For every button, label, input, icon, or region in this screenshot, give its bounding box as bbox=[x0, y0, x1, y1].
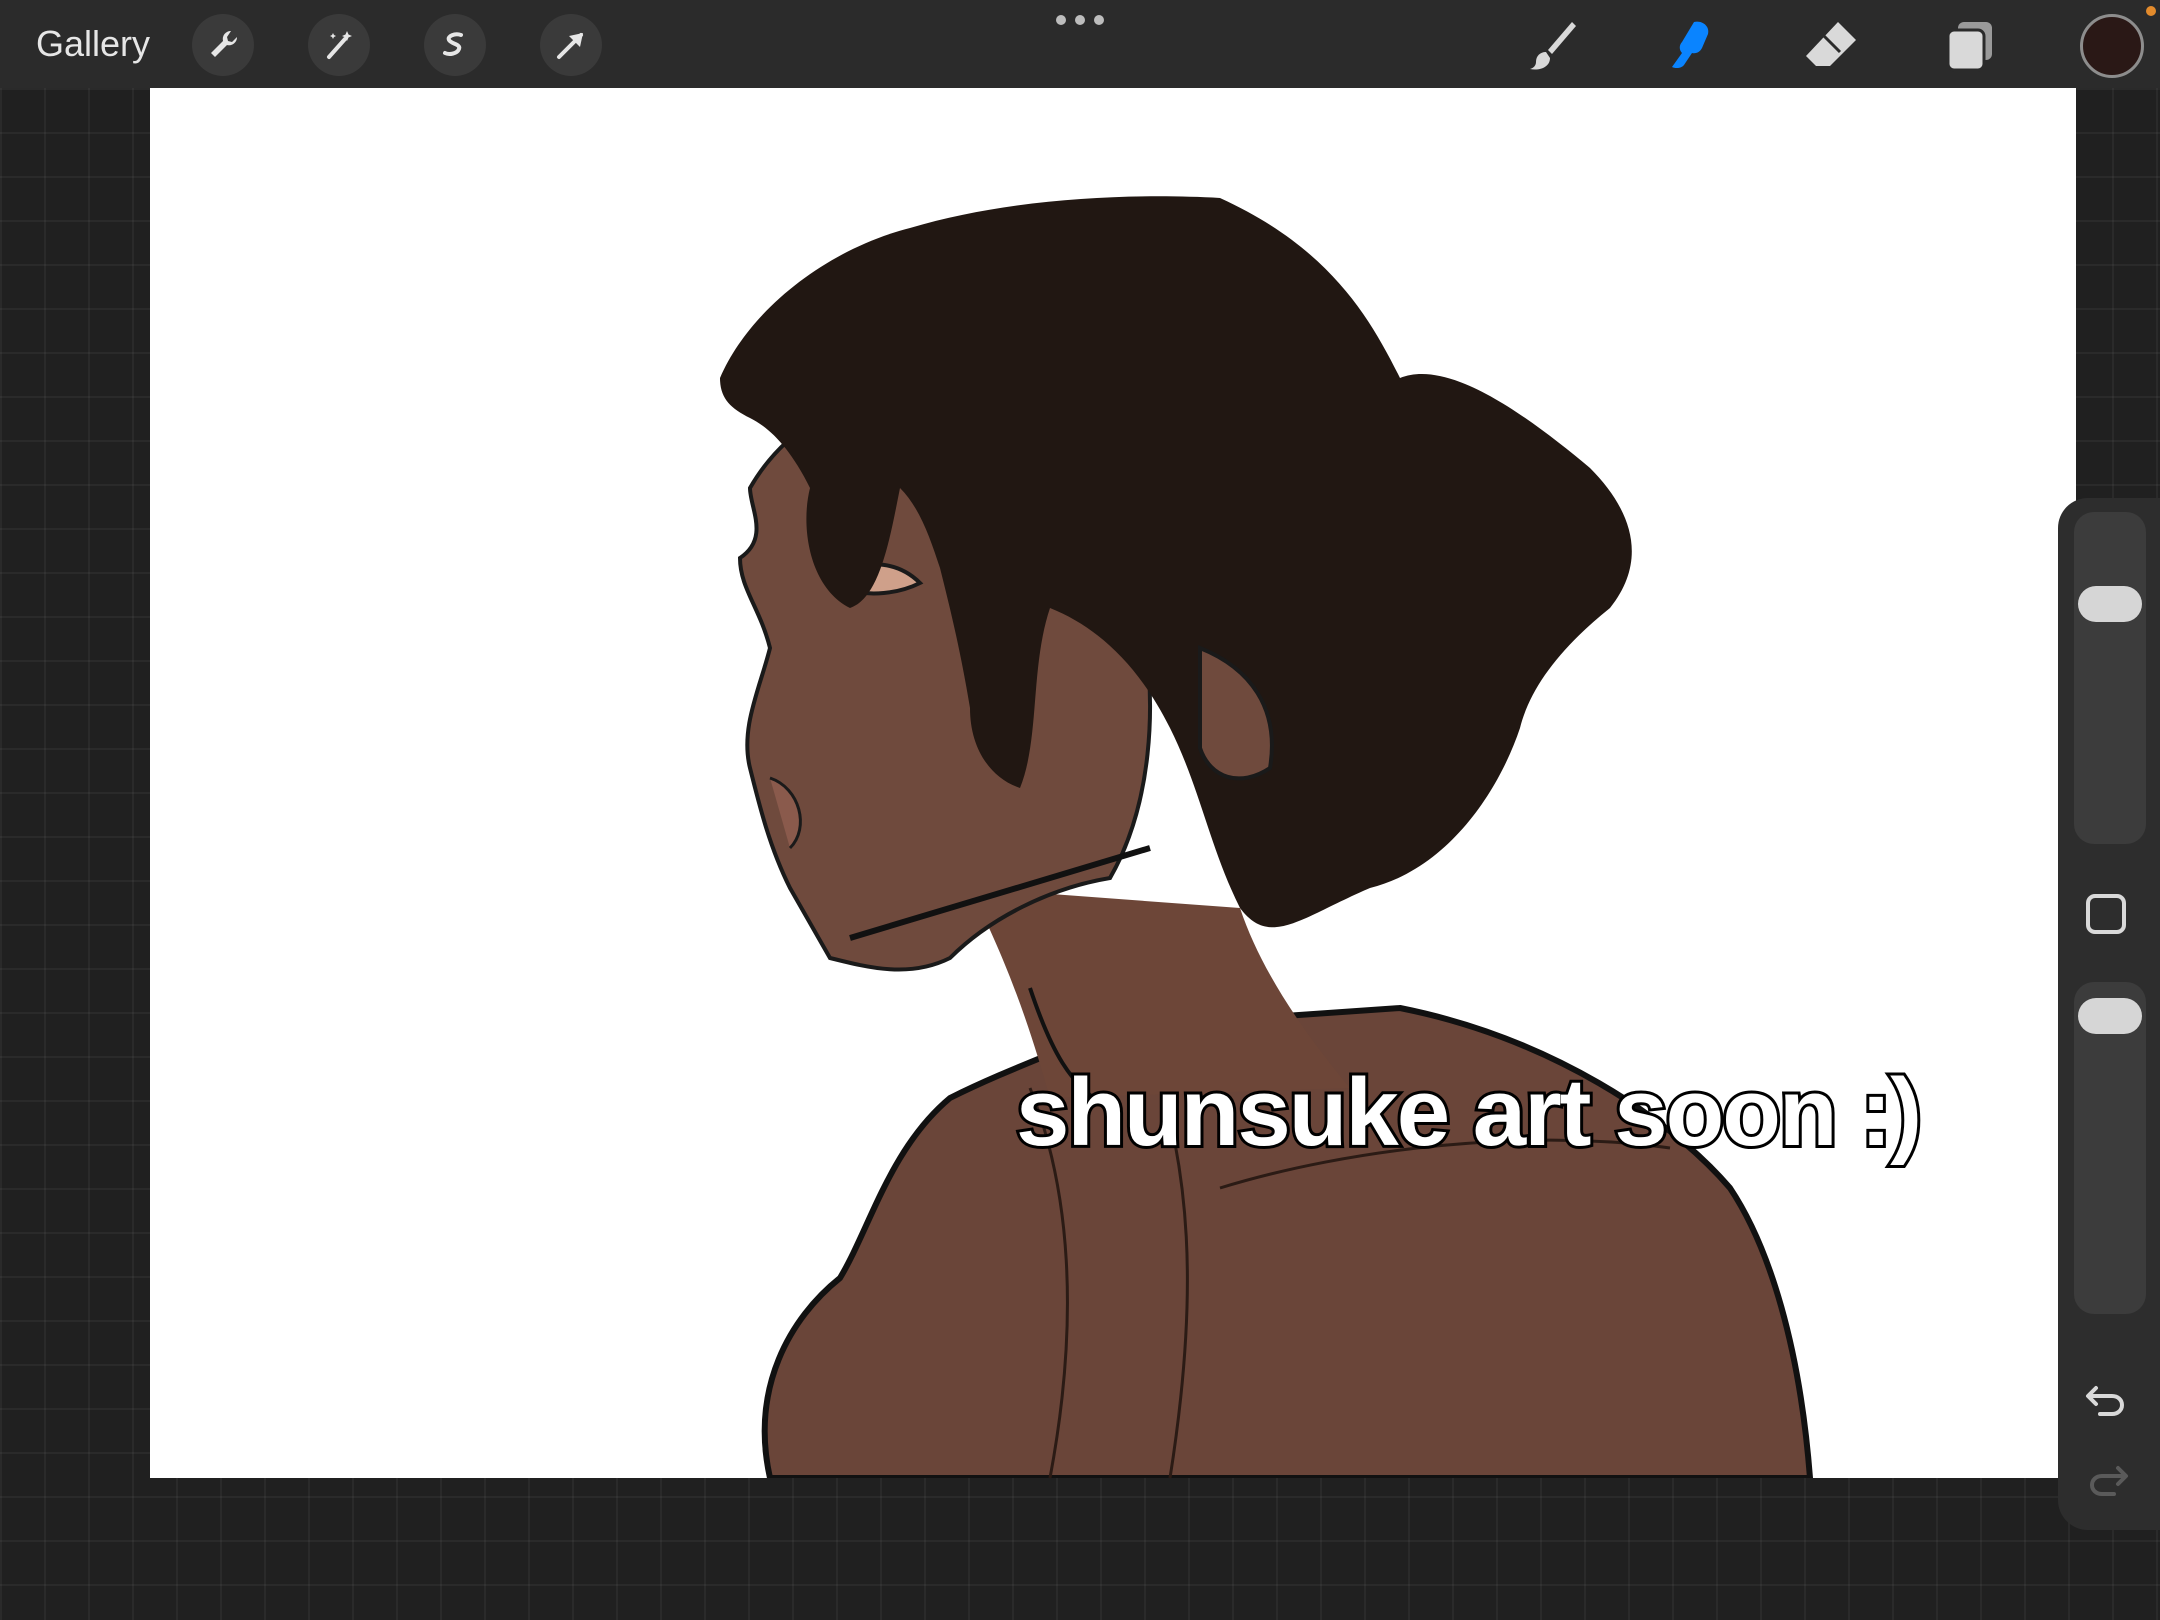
procreate-app: Gallery shunsuke art soon:) bbox=[0, 0, 2160, 1620]
side-panel bbox=[2058, 498, 2160, 1530]
selection-icon bbox=[443, 32, 463, 56]
modify-button[interactable] bbox=[2086, 894, 2126, 934]
adjustments-button[interactable] bbox=[308, 14, 370, 76]
dot-icon bbox=[1056, 15, 1066, 25]
actions-button[interactable] bbox=[192, 14, 254, 76]
layers-icon bbox=[1946, 22, 1992, 72]
caption-text: shunsuke art soon :) bbox=[1013, 1056, 1925, 1169]
layers-button[interactable] bbox=[1936, 10, 2006, 80]
top-toolbar: Gallery bbox=[0, 0, 2160, 88]
magic-wand-icon bbox=[327, 31, 352, 59]
brush-size-slider[interactable] bbox=[2074, 512, 2146, 844]
wrench-icon bbox=[211, 30, 238, 57]
color-picker-button[interactable] bbox=[2080, 14, 2144, 78]
redo-arrow-icon[interactable] bbox=[2082, 1454, 2132, 1504]
dot-icon bbox=[1075, 15, 1085, 25]
gallery-button[interactable]: Gallery bbox=[36, 18, 150, 70]
transform-button[interactable] bbox=[540, 14, 602, 76]
eraser-tool-button[interactable] bbox=[1796, 10, 1866, 80]
transform-arrow-icon bbox=[557, 33, 583, 59]
notification-dot bbox=[2146, 6, 2156, 16]
artwork-illustration bbox=[720, 196, 1814, 1478]
eraser-icon bbox=[1806, 22, 1856, 66]
smudge-tool-button[interactable] bbox=[1656, 10, 1726, 80]
opacity-slider[interactable] bbox=[2074, 982, 2146, 1314]
selection-button[interactable] bbox=[424, 14, 486, 76]
dot-icon bbox=[1094, 15, 1104, 25]
drawing-canvas[interactable]: shunsuke art soon :) bbox=[150, 88, 2076, 1478]
opacity-thumb[interactable] bbox=[2078, 998, 2142, 1034]
brush-icon bbox=[1530, 22, 1576, 70]
more-options-button[interactable] bbox=[1056, 12, 1104, 28]
brush-tool-button[interactable] bbox=[1516, 10, 1586, 80]
undo-arrow-icon[interactable] bbox=[2082, 1374, 2132, 1424]
brush-size-thumb[interactable] bbox=[2078, 586, 2142, 622]
smudge-icon bbox=[1672, 21, 1709, 69]
